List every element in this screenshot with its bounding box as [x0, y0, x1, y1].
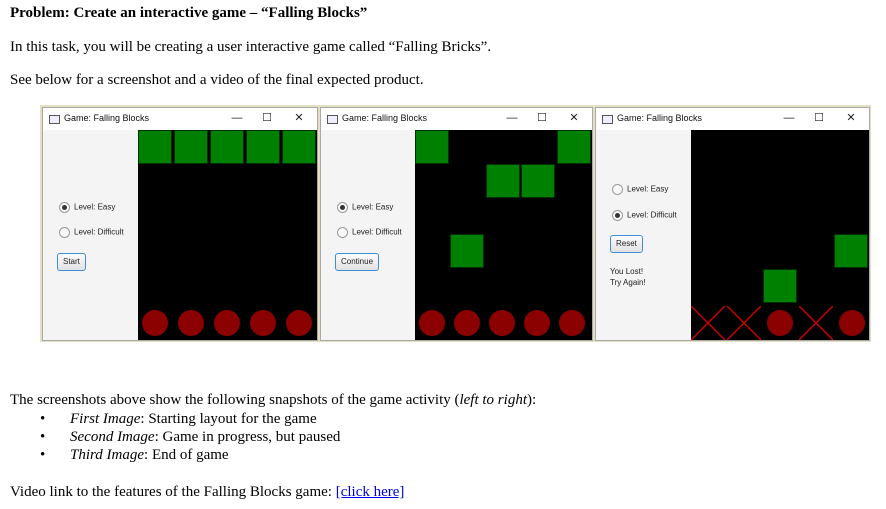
- title-bar: Game: Falling Blocks — ☐ ✕: [596, 108, 869, 130]
- game-board: [691, 130, 869, 340]
- cross-mark: [691, 306, 725, 340]
- app-icon: [327, 115, 338, 124]
- intro-paragraph: In this task, you will be creating a use…: [10, 39, 492, 55]
- game-window-3: Game: Falling Blocks — ☐ ✕ Level: Easy L…: [595, 107, 870, 341]
- snapshots-intro-text: The screenshots above show the following…: [10, 392, 460, 408]
- radio-easy[interactable]: Level: Easy: [612, 184, 668, 195]
- cross-mark: [799, 306, 833, 340]
- app-icon: [602, 115, 613, 124]
- minimize-button[interactable]: —: [781, 111, 797, 125]
- control-panel: Level: Easy Level: Difficult Start: [43, 130, 138, 340]
- video-paragraph: Video link to the features of the Fallin…: [10, 484, 404, 501]
- red-ball: [454, 310, 480, 336]
- red-ball: [767, 310, 793, 336]
- game-window-2: Game: Falling Blocks — ☐ ✕ Level: Easy L…: [320, 107, 593, 341]
- lost-message: You Lost!: [610, 267, 644, 276]
- radio-easy-label: Level: Easy: [352, 202, 394, 212]
- radio-difficult[interactable]: Level: Difficult: [59, 227, 124, 238]
- game-window-1: Game: Falling Blocks — ☐ ✕ Level: Easy L…: [42, 107, 318, 341]
- app-icon: [49, 115, 60, 124]
- green-block: [210, 130, 244, 164]
- red-ball: [839, 310, 865, 336]
- close-button[interactable]: ✕: [843, 111, 859, 125]
- snapshots-intro-italic: left to right: [459, 392, 527, 408]
- radio-easy-label: Level: Easy: [627, 184, 669, 194]
- radio-easy-label: Level: Easy: [74, 202, 116, 212]
- start-button[interactable]: Start: [57, 253, 86, 271]
- green-block: [415, 130, 449, 164]
- close-button[interactable]: ✕: [566, 111, 582, 125]
- game-board: [138, 130, 317, 340]
- maximize-button[interactable]: ☐: [259, 111, 275, 125]
- window-title: Game: Falling Blocks: [342, 113, 428, 123]
- red-ball: [178, 310, 204, 336]
- list-item: Second Image: Game in progress, but paus…: [40, 428, 340, 446]
- radio-difficult[interactable]: Level: Difficult: [337, 227, 402, 238]
- red-ball: [559, 310, 585, 336]
- try-again-message: Try Again!: [610, 278, 646, 287]
- title-bar: Game: Falling Blocks — ☐ ✕: [43, 108, 317, 130]
- snapshots-intro-end: ):: [526, 392, 537, 408]
- radio-selected-icon: [337, 202, 348, 213]
- list-item: Third Image: End of game: [40, 446, 340, 464]
- green-block: [450, 234, 484, 268]
- green-block: [763, 269, 797, 303]
- list-item-text: : Starting layout for the game: [140, 411, 317, 427]
- red-ball: [419, 310, 445, 336]
- control-panel: Level: Easy Level: Difficult Reset You L…: [596, 130, 691, 340]
- green-block: [557, 130, 591, 164]
- radio-difficult-label: Level: Difficult: [74, 227, 124, 237]
- control-panel: Level: Easy Level: Difficult Continue: [321, 130, 415, 340]
- window-title: Game: Falling Blocks: [64, 113, 150, 123]
- radio-selected-icon: [612, 210, 623, 221]
- minimize-button[interactable]: —: [504, 111, 520, 125]
- red-ball: [250, 310, 276, 336]
- list-item-text: : End of game: [144, 447, 229, 463]
- video-link[interactable]: [click here]: [336, 484, 405, 500]
- green-block: [246, 130, 280, 164]
- video-text: Video link to the features of the Fallin…: [10, 484, 336, 500]
- problem-heading: Problem: Create an interactive game – “F…: [10, 5, 368, 21]
- red-ball: [142, 310, 168, 336]
- screenshots-strip: Game: Falling Blocks — ☐ ✕ Level: Easy L…: [40, 105, 871, 342]
- list-item-label: Third Image: [70, 447, 145, 463]
- continue-button[interactable]: Continue: [335, 253, 380, 271]
- list-item-label: Second Image: [70, 429, 155, 445]
- snapshot-list: First Image: Starting layout for the gam…: [40, 410, 340, 464]
- green-block: [486, 164, 520, 198]
- game-board: [415, 130, 592, 340]
- red-ball: [286, 310, 312, 336]
- green-block: [521, 164, 555, 198]
- list-item-label: First Image: [70, 411, 141, 427]
- list-item: First Image: Starting layout for the gam…: [40, 410, 340, 428]
- green-block: [174, 130, 208, 164]
- snapshots-intro: The screenshots above show the following…: [10, 392, 536, 409]
- green-block: [834, 234, 868, 268]
- list-item-text: : Game in progress, but paused: [154, 429, 341, 445]
- radio-difficult-label: Level: Difficult: [627, 210, 677, 220]
- green-block: [138, 130, 172, 164]
- radio-easy[interactable]: Level: Easy: [337, 202, 393, 213]
- minimize-button[interactable]: —: [229, 111, 245, 125]
- cross-mark: [727, 306, 761, 340]
- radio-selected-icon: [59, 202, 70, 213]
- radio-difficult[interactable]: Level: Difficult: [612, 210, 677, 221]
- green-block: [282, 130, 316, 164]
- red-ball: [524, 310, 550, 336]
- maximize-button[interactable]: ☐: [534, 111, 550, 125]
- radio-unselected-icon: [337, 227, 348, 238]
- title-bar: Game: Falling Blocks — ☐ ✕: [321, 108, 592, 130]
- radio-easy[interactable]: Level: Easy: [59, 202, 115, 213]
- maximize-button[interactable]: ☐: [811, 111, 827, 125]
- red-ball: [214, 310, 240, 336]
- reset-button[interactable]: Reset: [610, 235, 643, 253]
- radio-unselected-icon: [59, 227, 70, 238]
- window-title: Game: Falling Blocks: [617, 113, 703, 123]
- red-ball: [489, 310, 515, 336]
- close-button[interactable]: ✕: [291, 111, 307, 125]
- radio-unselected-icon: [612, 184, 623, 195]
- radio-difficult-label: Level: Difficult: [352, 227, 402, 237]
- see-below-paragraph: See below for a screenshot and a video o…: [10, 72, 424, 88]
